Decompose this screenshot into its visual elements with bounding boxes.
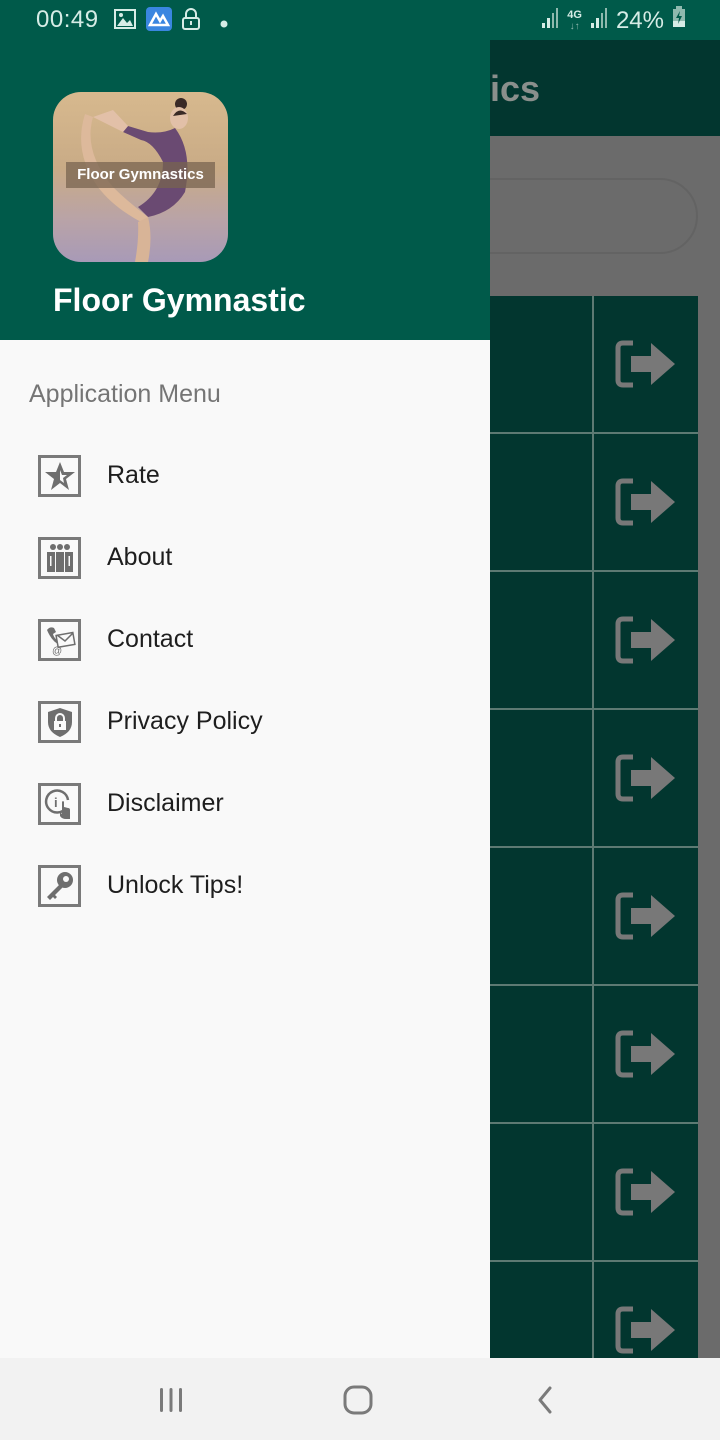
background-row-content: [490, 296, 594, 432]
data-arrows-icon: ↓↑: [569, 20, 580, 32]
network-type: 4G ↓↑: [567, 8, 582, 32]
menu-item-label: About: [107, 543, 173, 571]
menu-item-rate[interactable]: Rate: [0, 437, 490, 519]
menu-item-label: Disclaimer: [107, 789, 224, 817]
background-row-action: [594, 1124, 698, 1260]
exit-arrow-icon: [615, 1030, 675, 1078]
background-list-row: [490, 434, 698, 572]
background-list-row: [490, 296, 698, 434]
exit-arrow-icon: [615, 892, 675, 940]
app-notification-icon: [146, 7, 172, 36]
background-list-row: [490, 848, 698, 986]
menu-item-contact[interactable]: @ Contact: [0, 601, 490, 683]
background-list-row: [490, 986, 698, 1124]
menu-section-label: Application Menu: [29, 380, 221, 408]
background-row-content: [490, 572, 594, 708]
svg-text:i: i: [54, 795, 58, 810]
screen: 00:49 4G ↓↑ 24% ics Floor Gymnastics Flo…: [0, 0, 720, 1440]
gallery-icon: [114, 9, 136, 34]
menu-item-label: Privacy Policy: [107, 707, 263, 735]
background-row-action: [594, 434, 698, 570]
key-icon: [38, 865, 81, 907]
info-touch-icon: i: [38, 783, 81, 825]
logo-banner-text: Floor Gymnastics: [66, 162, 215, 188]
navigation-drawer: Floor Gymnastics Floor Gymnastic Applica…: [0, 0, 490, 1358]
menu-item-unlock-tips[interactable]: Unlock Tips!: [0, 847, 490, 929]
recent-apps-button[interactable]: [151, 1380, 191, 1420]
background-row-content: [490, 434, 594, 570]
exit-arrow-icon: [615, 616, 675, 664]
exit-arrow-icon: [615, 1306, 675, 1354]
drawer-header: Floor Gymnastics Floor Gymnastic: [0, 0, 490, 340]
menu-item-about[interactable]: About: [0, 519, 490, 601]
status-bar: 00:49 4G ↓↑ 24%: [0, 0, 720, 40]
background-list-row: [490, 572, 698, 710]
background-row-content: [490, 986, 594, 1122]
home-icon: [343, 1385, 373, 1415]
battery-percent: 24%: [615, 6, 664, 34]
background-list-row: [490, 710, 698, 848]
exit-arrow-icon: [615, 340, 675, 388]
background-row-action: [594, 296, 698, 432]
background-list-row: [490, 1124, 698, 1262]
menu-item-label: Unlock Tips!: [107, 871, 244, 899]
app-name: Floor Gymnastic: [53, 282, 306, 318]
background-app-title: ics: [489, 68, 540, 109]
menu-item-label: Contact: [107, 625, 194, 653]
menu-item-disclaimer[interactable]: i Disclaimer: [0, 765, 490, 847]
battery-charging-icon: [672, 6, 686, 35]
background-row-action: [594, 848, 698, 984]
system-nav-bar: [0, 1358, 720, 1440]
people-icon: [38, 537, 81, 579]
menu-item-label: Rate: [107, 461, 160, 489]
status-right: 4G ↓↑ 24%: [541, 6, 686, 35]
back-button[interactable]: [526, 1380, 566, 1420]
exit-arrow-icon: [615, 1168, 675, 1216]
background-row-content: [490, 710, 594, 846]
background-list: [490, 296, 698, 1400]
exit-arrow-icon: [615, 754, 675, 802]
dot-icon: [220, 15, 228, 33]
status-time: 00:49: [36, 6, 99, 33]
svg-text:@: @: [52, 646, 62, 656]
drawer-menu: Rate About @ Contact Privacy Policy i Di…: [0, 437, 490, 929]
shield-lock-icon: [38, 701, 81, 743]
recent-apps-icon: [160, 1388, 182, 1412]
background-row-action: [594, 986, 698, 1122]
back-icon: [538, 1386, 552, 1414]
background-row-action: [594, 710, 698, 846]
phone-mail-icon: @: [38, 619, 81, 661]
signal-icon-2: [590, 7, 608, 35]
app-logo: Floor Gymnastics: [53, 92, 228, 262]
star-icon: [38, 455, 81, 497]
background-row-content: [490, 848, 594, 984]
home-button[interactable]: [338, 1380, 378, 1420]
signal-icon: [541, 7, 559, 35]
exit-arrow-icon: [615, 478, 675, 526]
menu-item-privacy-policy[interactable]: Privacy Policy: [0, 683, 490, 765]
background-row-content: [490, 1124, 594, 1260]
lock-icon: [181, 8, 201, 35]
background-row-action: [594, 572, 698, 708]
